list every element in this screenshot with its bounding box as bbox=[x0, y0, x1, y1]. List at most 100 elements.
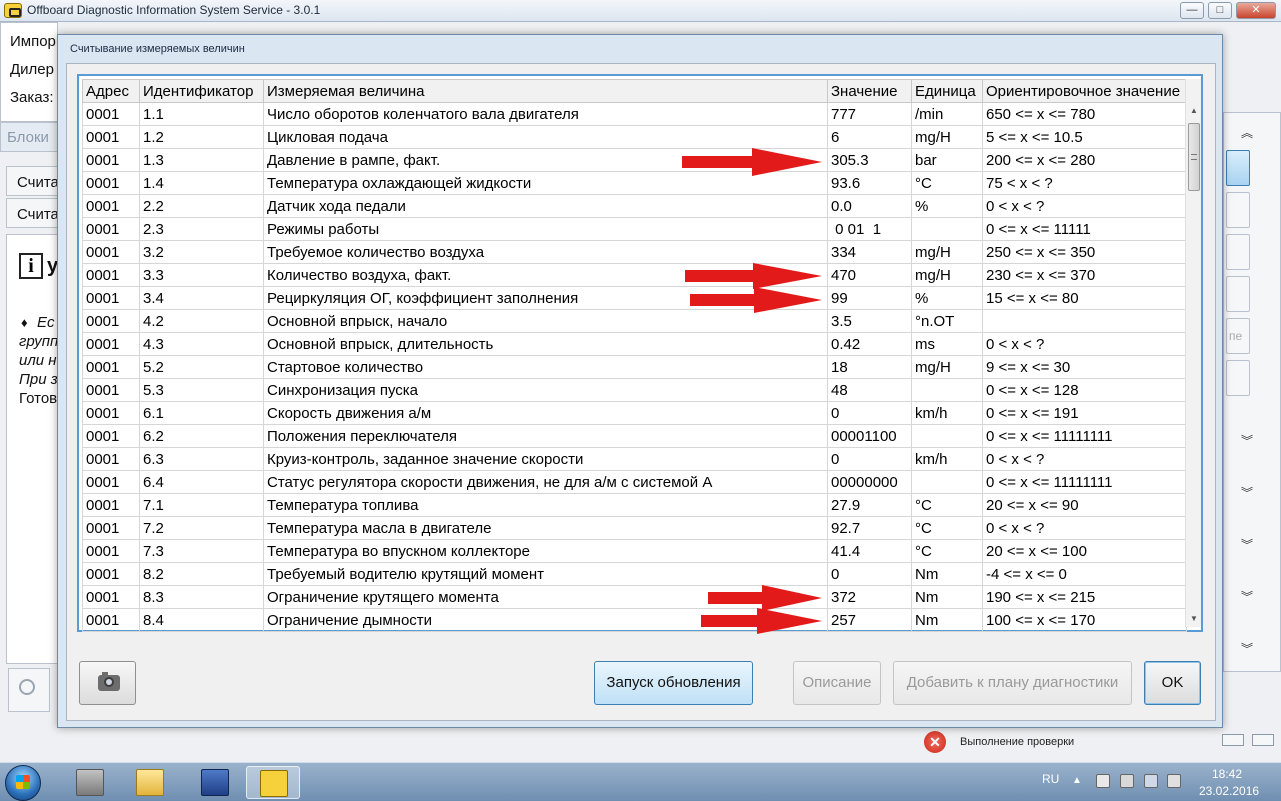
window-layout-icon[interactable] bbox=[1222, 734, 1244, 746]
importer-label: Импор bbox=[10, 33, 56, 50]
scroll-up-arrow-icon[interactable]: ▲ bbox=[1186, 103, 1202, 119]
cell-reference-value: 250 <= x <= 350 bbox=[982, 240, 1187, 264]
battery-icon[interactable] bbox=[1120, 774, 1134, 788]
cell-address: 0001 bbox=[82, 148, 140, 172]
side-button-5[interactable]: пе bbox=[1226, 318, 1250, 354]
read-item-2[interactable]: Счита bbox=[6, 198, 59, 228]
table-row[interactable]: 0001 1.4 Температура охлаждающей жидкости 9… bbox=[82, 171, 1187, 195]
cell-identifier: 1.3 bbox=[139, 148, 264, 172]
table-row[interactable]: 0001 7.2 Температура масла в двигателе 92.7… bbox=[82, 516, 1187, 540]
cell-value: 48 bbox=[827, 378, 912, 402]
cell-unit bbox=[911, 217, 983, 241]
ok-button[interactable]: OK bbox=[1144, 661, 1201, 705]
tray-expand-arrow-icon[interactable]: ▲ bbox=[1072, 775, 1086, 789]
cell-value: 470 bbox=[827, 263, 912, 287]
taskbar-app-explorer[interactable] bbox=[123, 766, 177, 799]
cell-value: 372 bbox=[827, 585, 912, 609]
taskbar-app-installer[interactable] bbox=[63, 766, 117, 799]
table-row[interactable]: 0001 6.4 Статус регулятора скорости движен… bbox=[82, 470, 1187, 494]
start-button[interactable] bbox=[5, 765, 41, 801]
table-row[interactable]: 0001 2.3 Режимы работы 0 01 1 0 <= x <= 111… bbox=[82, 217, 1187, 241]
table-row[interactable]: 0001 1.3 Давление в рампе, факт. 305.3 bar 20… bbox=[82, 148, 1187, 172]
camera-lens-part bbox=[104, 677, 114, 687]
table-row[interactable]: 0001 2.2 Датчик хода педали 0.0% 0 < x < ? bbox=[82, 194, 1187, 218]
expand-chevron-4-icon[interactable]: ︾ bbox=[1236, 586, 1258, 608]
cell-address: 0001 bbox=[82, 447, 140, 471]
expand-chevron-1-icon[interactable]: ︾ bbox=[1236, 430, 1258, 452]
column-header-value[interactable]: Значение bbox=[827, 79, 912, 103]
collapse-chevron-up-icon[interactable]: ︽ bbox=[1236, 122, 1258, 144]
add-to-diagnostic-plan-button[interactable]: Добавить к плану диагностики bbox=[893, 661, 1132, 705]
column-header-reference[interactable]: Ориентировочное значение bbox=[982, 79, 1187, 103]
column-header-measured-value[interactable]: Измеряемая величина bbox=[263, 79, 828, 103]
side-button-6[interactable] bbox=[1226, 360, 1250, 396]
scrollbar-thumb[interactable] bbox=[1188, 123, 1200, 191]
cell-measured-value-name: Число оборотов коленчатого вала двигател… bbox=[263, 102, 828, 126]
column-header-unit[interactable]: Единица bbox=[911, 79, 983, 103]
table-row[interactable]: 0001 4.3 Основной впрыск, длительность 0.42… bbox=[82, 332, 1187, 356]
side-button-2[interactable] bbox=[1226, 192, 1250, 228]
info-icon: i bbox=[19, 253, 43, 279]
network-icon[interactable] bbox=[1144, 774, 1158, 788]
cell-value: 00001100 bbox=[827, 424, 912, 448]
table-row[interactable]: 0001 5.3 Синхронизация пуска 48 0 <= x <= 12… bbox=[82, 378, 1187, 402]
clock-date[interactable]: 23.02.2016 bbox=[1199, 784, 1259, 798]
zoom-button[interactable] bbox=[8, 668, 50, 712]
cell-unit: mg/H bbox=[911, 125, 983, 149]
expand-chevron-5-icon[interactable]: ︾ bbox=[1236, 638, 1258, 660]
vertical-scrollbar[interactable]: ▲ ▼ bbox=[1185, 79, 1201, 627]
cell-identifier: 1.4 bbox=[139, 171, 264, 195]
table-row[interactable]: 0001 7.1 Температура топлива 27.9 °C 20 <= x … bbox=[82, 493, 1187, 517]
cell-address: 0001 bbox=[82, 539, 140, 563]
cell-reference-value: 15 <= x <= 80 bbox=[982, 286, 1187, 310]
clock-time[interactable]: 18:42 bbox=[1212, 767, 1242, 781]
table-row[interactable]: 0001 7.3 Температура во впускном коллектор… bbox=[82, 539, 1187, 563]
side-button-4[interactable] bbox=[1226, 276, 1250, 312]
table-row[interactable]: 0001 8.3 Ограничение крутящего момента 372 N… bbox=[82, 585, 1187, 609]
table-row[interactable]: 0001 3.3 Количество воздуха, факт. 470 mg/H 2… bbox=[82, 263, 1187, 287]
table-row[interactable]: 0001 6.2 Положения переключателя 00001100 0 … bbox=[82, 424, 1187, 448]
blocks-tab[interactable]: Блоки bbox=[0, 122, 58, 152]
table-row[interactable]: 0001 8.4 Ограничение дымности 257 Nm 100 <= x… bbox=[82, 608, 1187, 632]
volume-icon[interactable] bbox=[1167, 774, 1181, 788]
taskbar-app-odis[interactable] bbox=[246, 766, 300, 799]
table-row[interactable]: 0001 6.3 Круиз-контроль, заданное значение… bbox=[82, 447, 1187, 471]
start-refresh-button[interactable]: Запуск обновления bbox=[594, 661, 753, 705]
info-panel: i у ♦ Ес групп или н При з Готов bbox=[6, 234, 58, 664]
cell-value: 27.9 bbox=[827, 493, 912, 517]
maximize-button[interactable]: □ bbox=[1208, 2, 1232, 19]
cell-identifier: 2.2 bbox=[139, 194, 264, 218]
table-row[interactable]: 0001 6.1 Скорость движения а/м 0 km/h 0 <= x … bbox=[82, 401, 1187, 425]
side-button-3[interactable] bbox=[1226, 234, 1250, 270]
input-language-indicator[interactable]: RU bbox=[1042, 772, 1059, 786]
description-button[interactable]: Описание bbox=[793, 661, 881, 705]
screenshot-button[interactable] bbox=[79, 661, 136, 705]
column-header-address[interactable]: Адрес bbox=[82, 79, 140, 103]
table-row[interactable]: 0001 4.2 Основной впрыск, начало 3.5 °n.OT bbox=[82, 309, 1187, 333]
app-titlebar: Offboard Diagnostic Information System S… bbox=[0, 0, 1281, 22]
table-row[interactable]: 0001 1.2 Цикловая подача 6 mg/H 5 <= x <= 10.… bbox=[82, 125, 1187, 149]
cell-address: 0001 bbox=[82, 102, 140, 126]
taskbar: RU ▲ 18:42 23.02.2016 bbox=[0, 762, 1281, 801]
minimize-button[interactable]: — bbox=[1180, 2, 1204, 19]
expand-chevron-3-icon[interactable]: ︾ bbox=[1236, 534, 1258, 556]
cell-unit: °n.OT bbox=[911, 309, 983, 333]
action-center-flag-icon[interactable] bbox=[1096, 774, 1110, 788]
taskbar-app-save[interactable] bbox=[188, 766, 242, 799]
cell-reference-value: 0 <= x <= 11111111 bbox=[982, 470, 1187, 494]
window-restore-icon[interactable] bbox=[1252, 734, 1274, 746]
table-row[interactable]: 0001 3.2 Требуемое количество воздуха 334 mg… bbox=[82, 240, 1187, 264]
table-row[interactable]: 0001 5.2 Стартовое количество 18 mg/H 9 <= x … bbox=[82, 355, 1187, 379]
column-header-identifier[interactable]: Идентификатор bbox=[139, 79, 264, 103]
cell-identifier: 8.4 bbox=[139, 608, 264, 632]
table-row[interactable]: 0001 8.2 Требуемый водителю крутящий момен… bbox=[82, 562, 1187, 586]
expand-chevron-2-icon[interactable]: ︾ bbox=[1236, 482, 1258, 504]
cell-reference-value: 0 <= x <= 11111 bbox=[982, 217, 1187, 241]
table-row[interactable]: 0001 3.4 Рециркуляция ОГ, коэффициент запо… bbox=[82, 286, 1187, 310]
close-button[interactable]: ✕ bbox=[1236, 2, 1276, 19]
read-item-1[interactable]: Счита bbox=[6, 166, 59, 196]
table-row[interactable]: 0001 1.1 Число оборотов коленчатого вала д… bbox=[82, 102, 1187, 126]
scroll-down-arrow-icon[interactable]: ▼ bbox=[1186, 611, 1202, 627]
app-title: Offboard Diagnostic Information System S… bbox=[27, 3, 321, 17]
side-button-1[interactable] bbox=[1226, 150, 1250, 186]
